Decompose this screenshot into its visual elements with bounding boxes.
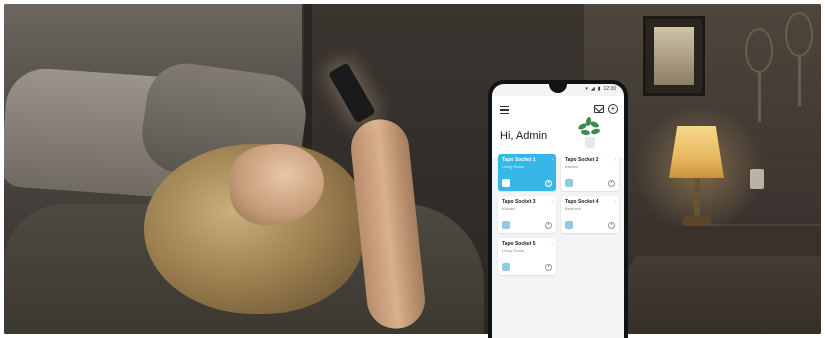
device-room: Living Room (502, 248, 525, 253)
appliance-icon (502, 221, 510, 229)
app-header: + Hi, Admin (492, 96, 624, 158)
device-grid: Tapo Socket 1 Living Room › Tapo Socket … (498, 154, 620, 275)
lamp-icon (502, 179, 510, 187)
device-card-socket-4[interactable]: Tapo Socket 4 Bedroom › (561, 196, 619, 233)
tennis-racket (785, 12, 813, 57)
signal-icon: ◢ (590, 86, 595, 92)
chevron-right-icon: › (551, 241, 553, 247)
lamp-stem (694, 178, 700, 218)
smart-plug (750, 169, 764, 189)
device-room: Kitchen (502, 206, 516, 211)
appliance-icon (565, 179, 573, 187)
power-icon[interactable] (545, 221, 552, 229)
chevron-right-icon: › (614, 157, 616, 163)
racket-handle (798, 56, 801, 106)
plant-illustration (576, 116, 604, 148)
device-card-socket-2[interactable]: Tapo Socket 2 Kitchen › (561, 154, 619, 191)
chevron-right-icon: › (551, 157, 553, 163)
power-icon[interactable] (545, 179, 552, 187)
battery-icon: ▮ (597, 86, 601, 92)
power-icon[interactable] (545, 263, 552, 271)
device-name: Tapo Socket 1 (502, 157, 536, 163)
device-name: Tapo Socket 2 (565, 157, 599, 163)
racket-handle (758, 72, 761, 122)
app-screen: ▾ ◢ ▮ 12:30 + Hi, Admin Tapo Socket 1 Li… (492, 84, 624, 338)
background-photo (4, 4, 821, 334)
lamp-shade (669, 126, 724, 178)
lamp-base (682, 216, 712, 226)
power-icon[interactable] (608, 221, 615, 229)
appliance-icon (565, 221, 573, 229)
device-card-socket-3[interactable]: Tapo Socket 3 Kitchen › (498, 196, 556, 233)
menu-icon[interactable] (500, 106, 509, 114)
tennis-racket (745, 28, 773, 73)
mail-icon[interactable] (594, 105, 604, 113)
camera-notch (549, 84, 567, 93)
device-name: Tapo Socket 5 (502, 241, 536, 247)
device-card-socket-1[interactable]: Tapo Socket 1 Living Room › (498, 154, 556, 191)
status-time: 12:30 (603, 86, 616, 92)
appliance-icon (502, 263, 510, 271)
chevron-right-icon: › (614, 199, 616, 205)
power-icon[interactable] (608, 179, 615, 187)
device-room: Living Room (502, 164, 525, 169)
wall-picture-frame (643, 16, 705, 96)
device-card-socket-5[interactable]: Tapo Socket 5 Living Room › (498, 238, 556, 275)
nightstand (614, 226, 821, 256)
phone-mockup: ▾ ◢ ▮ 12:30 + Hi, Admin Tapo Socket 1 Li… (488, 80, 628, 338)
add-device-icon[interactable]: + (608, 104, 618, 114)
chevron-right-icon: › (551, 199, 553, 205)
greeting-title: Hi, Admin (500, 130, 548, 142)
device-name: Tapo Socket 3 (502, 199, 536, 205)
device-room: Kitchen (565, 164, 579, 169)
device-room: Bedroom (565, 206, 582, 211)
device-name: Tapo Socket 4 (565, 199, 599, 205)
wifi-icon: ▾ (585, 86, 588, 92)
status-bar: ▾ ◢ ▮ 12:30 (585, 86, 616, 92)
portrait-photo (654, 27, 694, 85)
